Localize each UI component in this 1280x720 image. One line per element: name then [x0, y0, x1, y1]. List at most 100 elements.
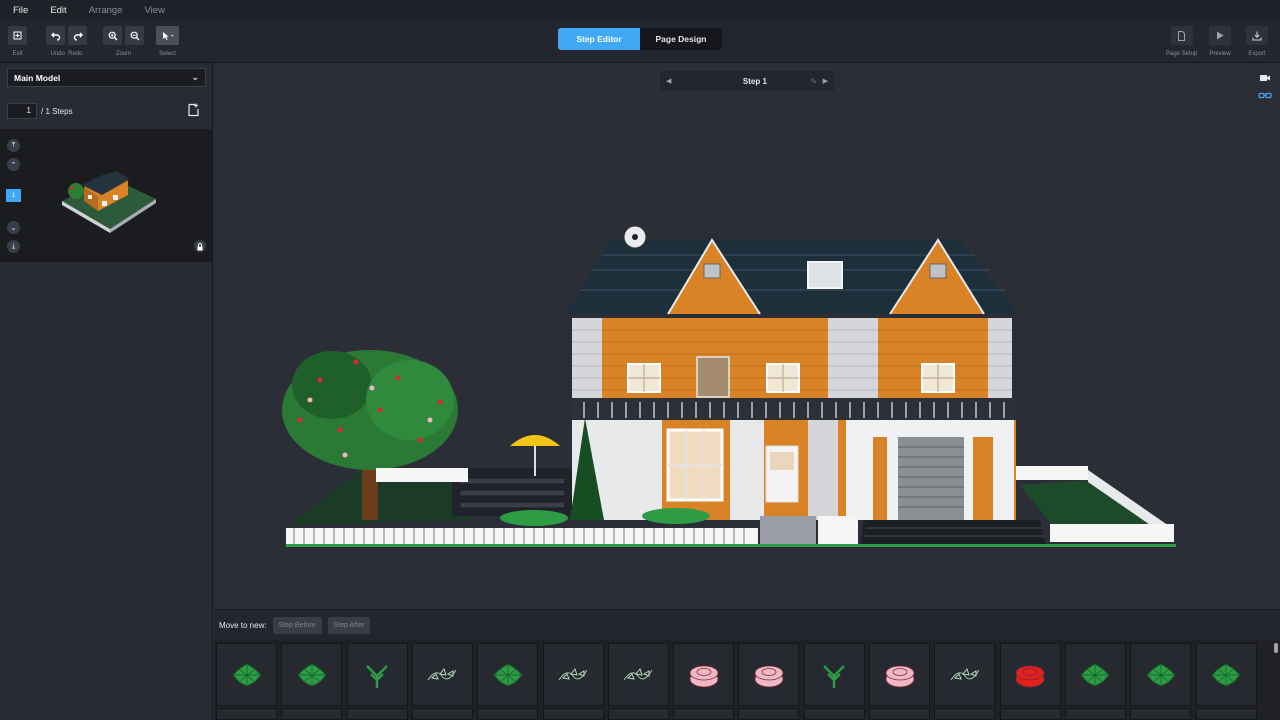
- menu-bar: File Edit Arrange View: [0, 0, 1280, 20]
- select-group: Select: [156, 26, 179, 57]
- part-tile-second-row[interactable]: [216, 708, 277, 720]
- green-plant-leaves-icon: [297, 662, 327, 687]
- exit-group: Exit: [8, 26, 27, 57]
- green-plant-leaves-icon: [231, 662, 262, 687]
- step-after-button[interactable]: Step After: [327, 616, 371, 634]
- export-group: Export: [1246, 26, 1268, 57]
- part-tile[interactable]: [607, 643, 669, 706]
- step-before-button[interactable]: Step Before: [272, 616, 322, 634]
- 3d-glasses-icon[interactable]: [1258, 90, 1272, 102]
- next-step-arrow-icon[interactable]: ▶: [823, 77, 828, 85]
- part-tile[interactable]: [934, 643, 996, 706]
- 3d-viewport[interactable]: ◀ Step 1 ✎ ▶: [214, 63, 1280, 609]
- part-tile[interactable]: [673, 643, 735, 706]
- last-step-icon[interactable]: ⤓: [7, 240, 20, 253]
- step-badge[interactable]: 1: [6, 189, 21, 202]
- preview-group: Preview: [1209, 26, 1231, 57]
- green-vine-icon: [623, 667, 653, 680]
- step-number-input[interactable]: 1: [7, 103, 37, 119]
- download-icon: [1252, 31, 1262, 41]
- move-to-new-bar: Move to new: Step Before Step After: [214, 609, 1280, 640]
- select-button[interactable]: [156, 26, 179, 45]
- part-tile-second-row[interactable]: [477, 708, 539, 720]
- part-tile-second-row[interactable]: [869, 708, 930, 720]
- next-step-icon[interactable]: ⌄: [7, 221, 20, 234]
- part-tile-second-row[interactable]: [738, 708, 800, 720]
- lock-icon[interactable]: [194, 240, 206, 252]
- page-setup-button[interactable]: [1170, 26, 1193, 45]
- first-step-icon[interactable]: ⤒: [7, 139, 20, 152]
- zoom-group: Zoom: [103, 26, 144, 57]
- page-setup-label: Page Setup: [1166, 51, 1198, 57]
- part-tile[interactable]: [281, 643, 343, 706]
- part-tile[interactable]: [738, 643, 800, 706]
- menu-edit[interactable]: Edit: [50, 5, 66, 16]
- menu-file[interactable]: File: [13, 5, 28, 16]
- step-thumbnail-image[interactable]: [58, 171, 158, 241]
- part-tile-second-row[interactable]: [1195, 708, 1257, 720]
- model-select[interactable]: Main Model ⌄: [7, 68, 206, 87]
- part-tile-second-row[interactable]: [1130, 708, 1192, 720]
- steps-total: / 1 Steps: [41, 106, 73, 116]
- part-tile-second-row[interactable]: [1064, 708, 1126, 720]
- page-icon: [1178, 30, 1186, 41]
- part-tile[interactable]: [1130, 643, 1192, 706]
- preview-button[interactable]: [1209, 26, 1231, 45]
- green-plant-leaves-icon: [1080, 662, 1111, 687]
- part-tile[interactable]: [411, 643, 473, 706]
- part-tile-second-row[interactable]: [411, 708, 473, 720]
- new-page-icon[interactable]: [188, 103, 200, 117]
- part-tile-second-row[interactable]: [542, 708, 604, 720]
- prev-step-arrow-icon[interactable]: ◀: [666, 77, 671, 85]
- green-vine-icon: [558, 667, 588, 680]
- parts-scrollbar[interactable]: [1274, 643, 1278, 653]
- part-tile-second-row[interactable]: [999, 708, 1061, 720]
- undo-icon: [50, 32, 60, 41]
- green-plant-leaves-icon: [1146, 662, 1176, 687]
- part-tile[interactable]: [1195, 643, 1257, 706]
- part-tile[interactable]: [216, 643, 277, 706]
- edit-pencil-icon[interactable]: ✎: [810, 77, 817, 86]
- pink-round-plate-icon: [885, 665, 914, 687]
- part-tile-second-row[interactable]: [803, 708, 865, 720]
- zoom-out-icon: [130, 31, 139, 40]
- tab-step-editor[interactable]: Step Editor: [558, 28, 640, 50]
- green-plant-leaves-icon: [493, 662, 523, 687]
- camera-icon[interactable]: [1258, 72, 1272, 84]
- redo-button[interactable]: [68, 26, 87, 45]
- part-tile-second-row[interactable]: [673, 708, 735, 720]
- part-tile-second-row[interactable]: [934, 708, 996, 720]
- page-setup-group: Page Setup: [1166, 26, 1197, 57]
- part-tile[interactable]: [803, 643, 865, 706]
- left-panel: Main Model ⌄ 1 / 1 Steps ⤒ ⌃ 1 ⌄ ⤓: [0, 63, 213, 720]
- menu-view[interactable]: View: [145, 5, 165, 16]
- export-label: Export: [1248, 51, 1266, 57]
- model-select-value: Main Model: [14, 72, 61, 83]
- prev-step-icon[interactable]: ⌃: [7, 158, 20, 171]
- part-tile[interactable]: [346, 643, 408, 706]
- select-label: Select: [159, 51, 176, 57]
- zoom-out-button[interactable]: [125, 26, 144, 45]
- green-stem-icon: [823, 664, 846, 688]
- lego-house-model[interactable]: [274, 223, 1184, 558]
- export-button[interactable]: [1246, 26, 1268, 45]
- part-tile[interactable]: [1064, 643, 1126, 706]
- zoom-in-button[interactable]: [103, 26, 122, 45]
- part-tile[interactable]: [542, 643, 604, 706]
- exit-button[interactable]: [8, 26, 27, 45]
- exit-icon: [13, 31, 22, 40]
- part-tile[interactable]: [999, 643, 1061, 706]
- part-tile-second-row[interactable]: [346, 708, 408, 720]
- undo-button[interactable]: [46, 26, 65, 45]
- part-tile[interactable]: [477, 643, 539, 706]
- pink-round-plate-icon: [754, 665, 784, 687]
- part-tile-second-row[interactable]: [607, 708, 669, 720]
- part-tile[interactable]: [869, 643, 930, 706]
- menu-arrange[interactable]: Arrange: [89, 5, 123, 16]
- pink-round-plate-icon: [689, 665, 718, 687]
- tab-page-design[interactable]: Page Design: [640, 28, 722, 50]
- red-round-plate-icon: [1015, 665, 1045, 687]
- part-tile-second-row[interactable]: [281, 708, 343, 720]
- redo-icon: [73, 32, 83, 41]
- green-stem-icon: [366, 664, 388, 688]
